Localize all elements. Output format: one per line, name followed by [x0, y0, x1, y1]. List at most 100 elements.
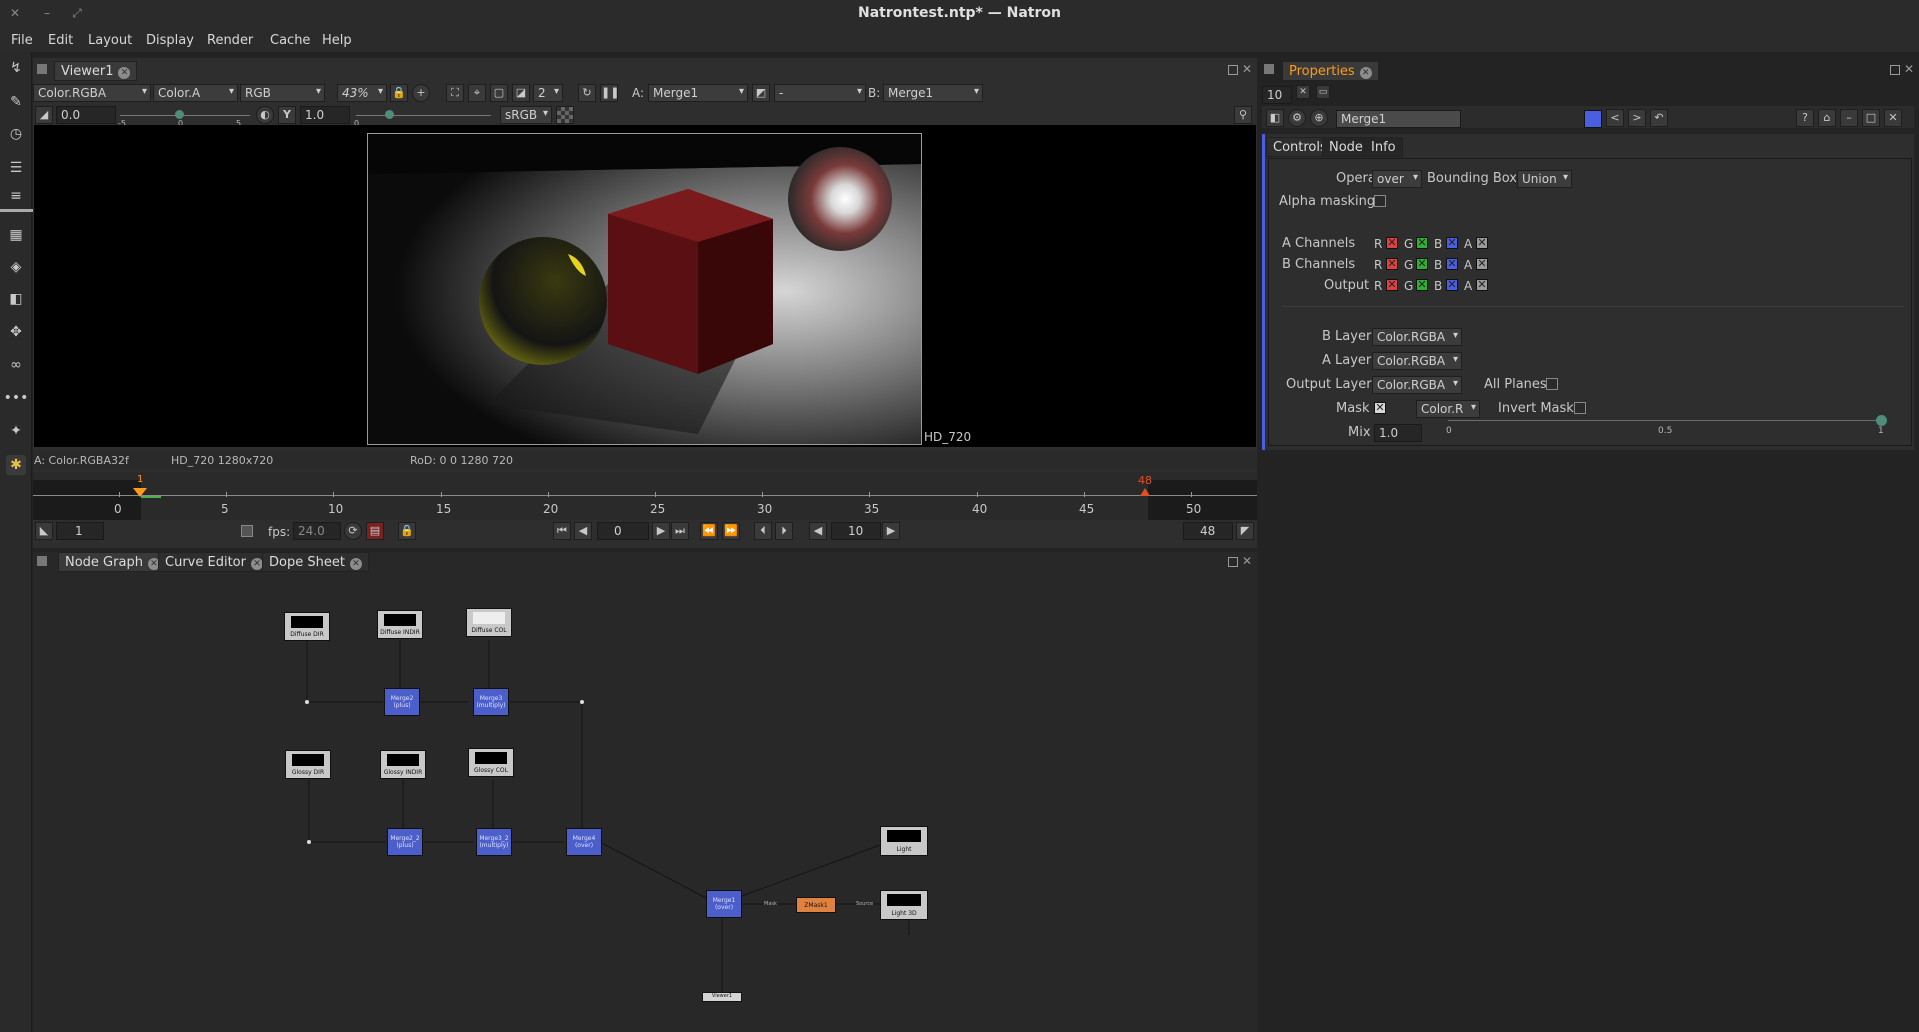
a-channels-checkbox[interactable]: ✕	[1386, 237, 1398, 249]
node-op: (multiply)	[476, 702, 506, 709]
b-channels-label: B Channels	[1282, 257, 1356, 272]
b-channels-checkbox[interactable]: ✕	[1386, 258, 1398, 270]
subtab-info[interactable]: Info	[1364, 137, 1403, 157]
a-layer-label: A Layer	[1322, 353, 1372, 368]
merge-node-merge3[interactable]: Merge3 (multiply)	[473, 688, 509, 716]
all-planes-checkbox[interactable]	[1546, 378, 1558, 390]
close-pane-icon[interactable]: ✕	[1904, 62, 1914, 76]
alpha-masking-label: Alpha masking	[1279, 194, 1376, 209]
max-panels-field[interactable]: 10	[1262, 86, 1292, 104]
node-label: Merge3_2	[479, 835, 509, 842]
minimize-panel-icon[interactable]: –	[1840, 109, 1858, 127]
invert-mask-checkbox[interactable]	[1574, 402, 1586, 414]
channel-letter: A	[1464, 279, 1473, 293]
node-label: Diffuse DIR	[290, 631, 324, 638]
maximize-panel-icon[interactable]: □	[1862, 109, 1880, 127]
node-color-swatch[interactable]	[1584, 110, 1602, 128]
mask-label: Mask	[1336, 401, 1370, 416]
node-op: (over)	[714, 904, 734, 911]
bounding-box-label: Bounding Box	[1427, 171, 1518, 186]
node-label: Glossy COL	[474, 767, 508, 774]
node-label: Light	[896, 846, 912, 853]
output-channels-checkbox[interactable]: ✕	[1386, 279, 1398, 291]
output-layer-label: Output Layer	[1286, 377, 1372, 392]
redo-icon[interactable]: >	[1628, 109, 1646, 127]
mix-tick-label: 0.5	[1658, 426, 1673, 436]
a-channels-checkbox[interactable]: ✕	[1446, 237, 1458, 249]
node-op: (multiply)	[479, 842, 509, 849]
output-channels-checkbox[interactable]: ✕	[1416, 279, 1428, 291]
read-node-diffuse-dir[interactable]: Diffuse DIR	[284, 612, 330, 641]
output-channels-checkbox[interactable]: ✕	[1476, 279, 1488, 291]
minimize-panels-icon[interactable]: ▭	[1316, 85, 1330, 99]
mask-channel-combo[interactable]: Color.R	[1416, 400, 1480, 418]
mix-slider-handle[interactable]	[1876, 415, 1887, 426]
output-layer-combo[interactable]: Color.RGBA	[1372, 376, 1462, 394]
merge-node-merge2[interactable]: Merge2 (plus)	[384, 688, 420, 716]
node-label: Merge3	[479, 695, 503, 702]
node-label: Merge2_2	[390, 835, 420, 842]
pane-menu-icon[interactable]	[1264, 64, 1274, 74]
invert-mask-label: Invert Mask	[1498, 401, 1574, 416]
tab-properties-label: Properties	[1289, 64, 1355, 79]
merge-node-icon: ◧	[1266, 109, 1284, 127]
a-channels-checkbox[interactable]: ✕	[1416, 237, 1428, 249]
merge-node-merge3-2[interactable]: Merge3_2 (multiply)	[476, 828, 512, 856]
node-op: (over)	[574, 842, 594, 849]
channel-letter: B	[1434, 258, 1443, 272]
viewer-node[interactable]: Viewer1	[702, 992, 742, 1002]
channel-letter: G	[1404, 258, 1414, 272]
read-node-glossy-indir[interactable]: Glossy INDIR	[380, 750, 426, 779]
alpha-masking-checkbox[interactable]	[1374, 195, 1386, 207]
restore-defaults-icon[interactable]: ↶	[1650, 109, 1668, 127]
node-label: Glossy DIR	[291, 769, 325, 776]
mix-tick-label: 1	[1878, 426, 1884, 436]
read-node-glossy-dir[interactable]: Glossy DIR	[285, 750, 331, 779]
edge-mask-label: Mask	[764, 901, 777, 907]
a-channels-checkbox[interactable]: ✕	[1476, 237, 1488, 249]
undo-icon[interactable]: <	[1606, 109, 1624, 127]
read-node-light[interactable]: Light	[880, 826, 928, 856]
all-planes-label: All Planes	[1484, 377, 1547, 392]
output-channels-checkbox[interactable]: ✕	[1446, 279, 1458, 291]
read-node-diffuse-indir[interactable]: Diffuse INDIR	[377, 610, 423, 639]
node-name-field[interactable]: Merge1	[1336, 110, 1461, 128]
read-node-glossy-col[interactable]: Glossy COL	[468, 748, 514, 777]
channel-letter: R	[1374, 237, 1383, 251]
center-node-icon[interactable]: ⊕	[1310, 109, 1328, 127]
zmask-node[interactable]: ZMask1	[796, 897, 836, 913]
settings-icon[interactable]: ⚙	[1288, 109, 1306, 127]
operation-combo[interactable]: over	[1372, 170, 1422, 188]
channel-letter: R	[1374, 279, 1383, 293]
b-channels-checkbox[interactable]: ✕	[1416, 258, 1428, 270]
subtab-node[interactable]: Node	[1322, 137, 1370, 157]
a-layer-combo[interactable]: Color.RGBA	[1372, 352, 1462, 370]
node-label: Merge2	[390, 695, 414, 702]
merge-node-merge4[interactable]: Merge4 (over)	[566, 828, 602, 856]
b-channels-checkbox[interactable]: ✕	[1476, 258, 1488, 270]
clear-panels-icon[interactable]: ✕	[1296, 85, 1310, 99]
merge-node-merge1[interactable]: Merge1 (over)	[706, 890, 742, 918]
help-icon[interactable]: ?	[1796, 109, 1814, 127]
bounding-box-combo[interactable]: Union	[1517, 170, 1572, 188]
b-channels-checkbox[interactable]: ✕	[1446, 258, 1458, 270]
node-label: Light 3D	[891, 910, 917, 917]
node-label: Merge1	[712, 897, 736, 904]
channel-letter: G	[1404, 237, 1414, 251]
tab-properties[interactable]: Properties ✕	[1282, 61, 1379, 81]
channel-letter: R	[1374, 258, 1383, 272]
float-pane-icon[interactable]	[1890, 65, 1900, 75]
b-layer-combo[interactable]: Color.RGBA	[1372, 328, 1462, 346]
mix-slider[interactable]	[1448, 420, 1882, 421]
close-panel-icon[interactable]: ✕	[1884, 109, 1902, 127]
node-op: (plus)	[396, 842, 414, 849]
separator	[1282, 306, 1904, 307]
merge-node-merge2-2[interactable]: Merge2_2 (plus)	[387, 828, 423, 856]
close-tab-icon[interactable]: ✕	[1359, 67, 1372, 79]
read-node-diffuse-col[interactable]: Diffuse COL	[466, 608, 512, 637]
read-node-light-3d[interactable]: Light 3D	[880, 890, 928, 920]
mix-field[interactable]: 1.0	[1374, 424, 1422, 442]
mask-checkbox[interactable]: ✕	[1374, 402, 1386, 414]
node-op: (plus)	[393, 702, 411, 709]
float-panel-icon[interactable]: ⌂	[1818, 109, 1836, 127]
